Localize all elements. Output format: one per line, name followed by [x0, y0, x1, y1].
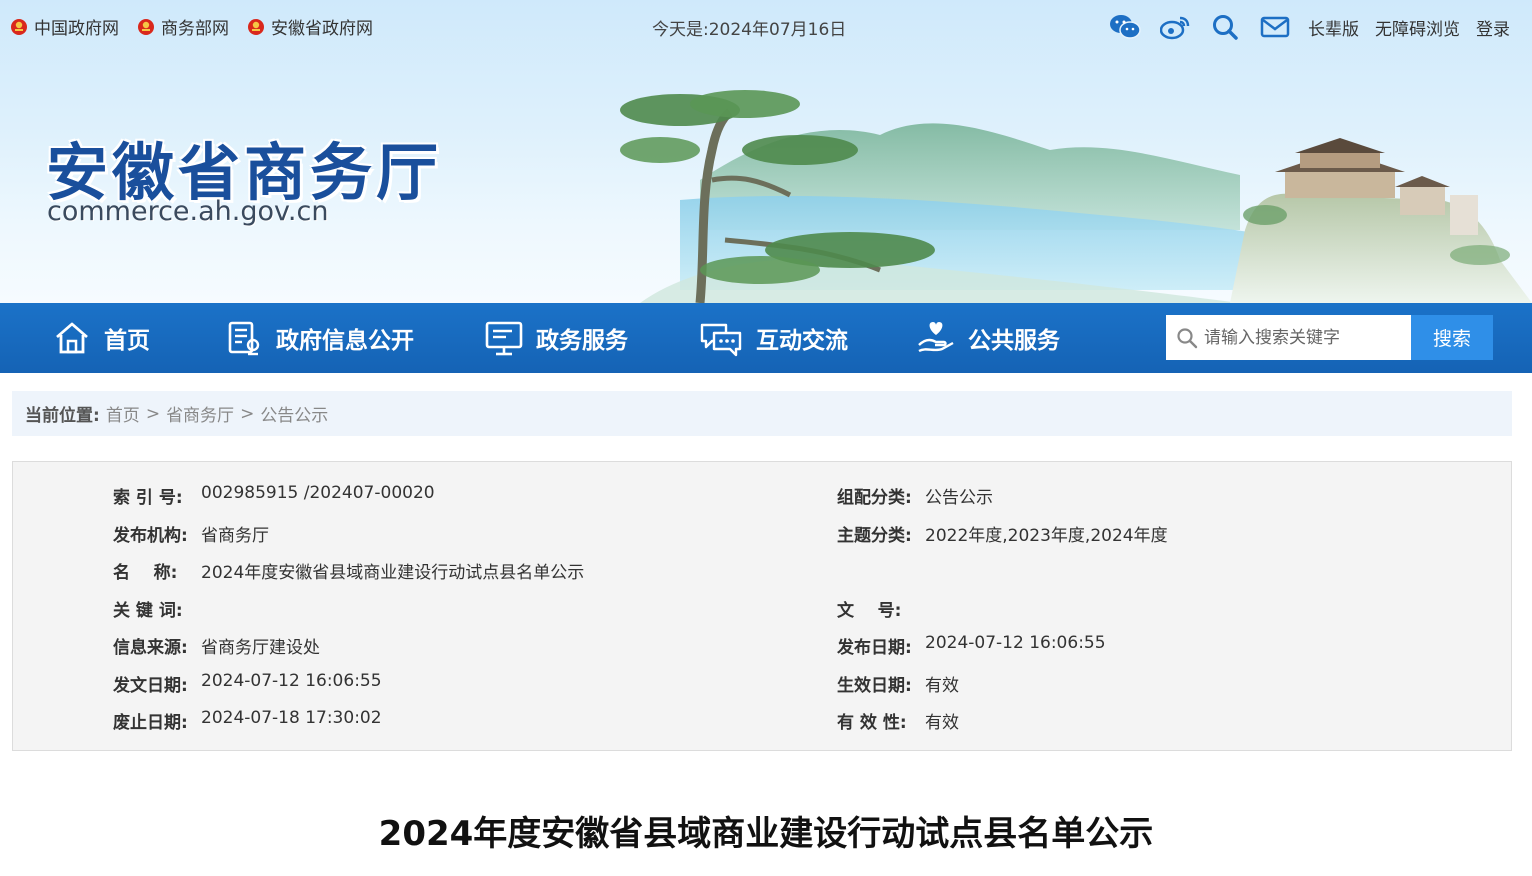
- document-metadata-panel: 索 引 号: 002985915 /202407-00020 发布机构: 省商务…: [12, 461, 1512, 751]
- breadcrumb-label: 当前位置:: [25, 406, 100, 426]
- breadcrumb-item-department[interactable]: 省商务厅: [166, 401, 234, 426]
- gov-link-label: 中国政府网: [34, 19, 119, 39]
- meta-validity: 有 效 性: 有效: [837, 708, 959, 733]
- breadcrumb-item-home[interactable]: 首页: [106, 401, 140, 426]
- monitor-icon: [484, 318, 524, 358]
- meta-issue-date: 发文日期: 2024-07-12 16:06:55: [113, 671, 382, 696]
- meta-value: 有效: [925, 713, 959, 733]
- national-emblem-icon: [11, 18, 27, 35]
- nav-item-public-services[interactable]: 公共服务: [916, 303, 1060, 373]
- gov-link-anhui[interactable]: 安徽省政府网: [247, 14, 373, 39]
- meta-value: 省商务厅: [201, 526, 269, 546]
- main-nav: 首页 政府信息公开 政务服务 互动交流 公共服务 请输入搜索关键字 搜索: [0, 303, 1532, 373]
- meta-label: 名 称:: [113, 563, 178, 583]
- meta-value: 2024-07-12 16:06:55: [201, 671, 382, 691]
- search-icon: [1177, 327, 1198, 348]
- nav-item-home[interactable]: 首页: [52, 303, 150, 373]
- login-link[interactable]: 登录: [1476, 15, 1510, 40]
- meta-index-number: 索 引 号: 002985915 /202407-00020: [113, 483, 435, 508]
- meta-label: 有 效 性:: [837, 713, 907, 733]
- meta-label: 生效日期:: [837, 676, 912, 696]
- article-title: 2024年度安徽省县域商业建设行动试点县名单公示: [378, 814, 1154, 854]
- meta-publisher: 发布机构: 省商务厅: [113, 521, 269, 546]
- chat-icon: [698, 318, 744, 358]
- site-logo-url: commerce.ah.gov.cn: [47, 196, 329, 227]
- meta-name: 名 称: 2024年度安徽省县域商业建设行动试点县名单公示: [113, 558, 584, 583]
- breadcrumb-separator: >: [145, 403, 161, 424]
- meta-value: 有效: [925, 676, 959, 696]
- meta-value: 2022年度,2023年度,2024年度: [925, 526, 1168, 546]
- meta-label: 文 号:: [837, 601, 902, 621]
- meta-value: 002985915 /202407-00020: [201, 483, 435, 503]
- meta-topic: 主题分类: 2022年度,2023年度,2024年度: [837, 521, 1168, 546]
- nav-item-label: 政务服务: [536, 328, 628, 354]
- meta-keywords: 关 键 词:: [113, 596, 201, 621]
- meta-label: 发文日期:: [113, 676, 188, 696]
- nav-item-label: 互动交流: [756, 328, 848, 354]
- today-date-display: 今天是:2024年07月16日: [652, 15, 846, 40]
- top-right-tools: 长辈版 无障碍浏览 登录: [1108, 12, 1510, 42]
- gov-link-mofcom[interactable]: 商务部网: [137, 14, 229, 39]
- breadcrumb-item-notices[interactable]: 公告公示: [260, 401, 328, 426]
- meta-category: 组配分类: 公告公示: [837, 483, 993, 508]
- gov-links: 中国政府网 商务部网 安徽省政府网: [10, 14, 373, 39]
- nav-item-label: 公共服务: [968, 328, 1060, 354]
- nav-item-label: 首页: [104, 328, 150, 354]
- site-header: 中国政府网 商务部网 安徽省政府网 今天是:2024年07月16日 长辈版 无障…: [0, 0, 1532, 303]
- breadcrumb: 当前位置: 首页 > 省商务厅 > 公告公示: [12, 391, 1512, 436]
- meta-label: 主题分类:: [837, 526, 912, 546]
- meta-document-number: 文 号:: [837, 596, 925, 621]
- national-emblem-icon: [138, 18, 154, 35]
- meta-value: 2024-07-18 17:30:02: [201, 708, 382, 728]
- gov-link-label: 商务部网: [161, 19, 229, 39]
- nav-item-gov-info[interactable]: 政府信息公开: [224, 303, 414, 373]
- nav-item-interaction[interactable]: 互动交流: [698, 303, 848, 373]
- wechat-icon[interactable]: [1108, 12, 1142, 42]
- meta-value: 省商务厅建设处: [201, 638, 320, 658]
- meta-label: 发布机构:: [113, 526, 188, 546]
- nav-item-gov-services[interactable]: 政务服务: [484, 303, 628, 373]
- search-box: [1166, 315, 1411, 360]
- meta-effective-date: 生效日期: 有效: [837, 671, 959, 696]
- meta-value: 2024年度安徽省县域商业建设行动试点县名单公示: [201, 563, 585, 583]
- mail-icon[interactable]: [1258, 12, 1292, 42]
- elderly-version-link[interactable]: 长辈版: [1308, 15, 1359, 40]
- meta-publish-date: 发布日期: 2024-07-12 16:06:55: [837, 633, 1106, 658]
- meta-label: 关 键 词:: [113, 601, 183, 621]
- meta-label: 信息来源:: [113, 638, 188, 658]
- today-date: 2024年07月16日: [708, 20, 847, 40]
- accessibility-link[interactable]: 无障碍浏览: [1375, 15, 1460, 40]
- meta-label: 索 引 号:: [113, 488, 183, 508]
- gov-link-china[interactable]: 中国政府网: [10, 14, 119, 39]
- hand-heart-icon: [916, 318, 956, 358]
- meta-label: 发布日期:: [837, 638, 912, 658]
- meta-expiry-date: 废止日期: 2024-07-18 17:30:02: [113, 708, 382, 733]
- top-bar: 中国政府网 商务部网 安徽省政府网 今天是:2024年07月16日 长辈版 无障…: [0, 0, 1532, 54]
- meta-label: 废止日期:: [113, 713, 188, 733]
- search-icon[interactable]: [1208, 12, 1242, 42]
- today-label: 今天是:: [652, 20, 709, 40]
- home-icon: [52, 318, 92, 358]
- meta-value: 公告公示: [925, 488, 993, 508]
- nav-item-label: 政府信息公开: [276, 328, 414, 354]
- breadcrumb-separator: >: [240, 403, 255, 424]
- meta-value: 2024-07-12 16:06:55: [925, 633, 1106, 653]
- document-icon: [224, 318, 264, 358]
- weibo-icon[interactable]: [1158, 12, 1192, 42]
- meta-source: 信息来源: 省商务厅建设处: [113, 633, 320, 658]
- national-emblem-icon: [248, 18, 264, 35]
- search-button[interactable]: 搜索: [1411, 315, 1493, 360]
- meta-label: 组配分类:: [837, 488, 912, 508]
- search-input[interactable]: [1204, 327, 1404, 348]
- gov-link-label: 安徽省政府网: [271, 19, 373, 39]
